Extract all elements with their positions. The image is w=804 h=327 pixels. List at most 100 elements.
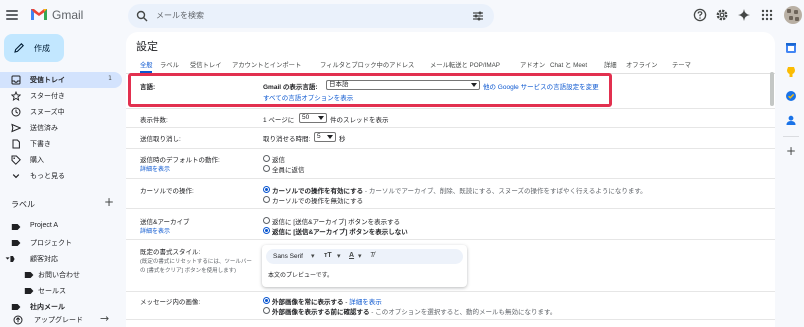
sidebar-item-label: もっと見る [30, 173, 65, 180]
sidebar-label-name: プロジェクト [30, 240, 72, 247]
sidebar-label-name: 顧客対応 [30, 256, 58, 263]
undo-send-value: 5 [317, 133, 321, 140]
hover-actions-disable-option: カーソルでの操作を無効にする [272, 198, 364, 205]
sidebar-item-label: 購入 [30, 157, 44, 164]
label-icon [24, 288, 34, 294]
send-archive-learn-more-link[interactable]: 詳細を表示 [140, 226, 170, 235]
send-archive-show-radio[interactable] [263, 217, 270, 224]
images-always-show-radio[interactable] [263, 297, 270, 304]
label-icon [11, 224, 21, 230]
reply-all-radio[interactable] [263, 165, 270, 172]
compose-button[interactable]: 作成 [4, 34, 64, 62]
sidebar-label-inquiries[interactable]: お問い合わせ [0, 267, 122, 283]
chevron-down-icon[interactable]: ▾ [311, 252, 315, 260]
tab-addons[interactable]: アドオン [520, 60, 545, 69]
tab-advanced[interactable]: 詳細 [604, 60, 617, 69]
tab-forwarding-pop-imap[interactable]: メール転送と POP/IMAP [430, 60, 500, 69]
settings-icon[interactable] [715, 8, 729, 22]
divider [126, 208, 775, 209]
tab-inbox[interactable]: 受信トレイ [190, 60, 221, 69]
gemini-sparkle-icon[interactable] [737, 8, 751, 22]
chevron-down-icon [12, 174, 20, 179]
undo-send-suffix: 秒 [339, 136, 346, 143]
tab-accounts-import[interactable]: アカウントとインポート [232, 60, 301, 69]
tab-offline[interactable]: オフライン [626, 60, 657, 69]
settings-panel: 設定 全般 ラベル 受信トレイ アカウントとインポート フィルタとブロック中のア… [126, 32, 775, 327]
search-icon[interactable] [136, 10, 148, 22]
page-size-value: 50 [302, 114, 310, 121]
add-addon-icon[interactable]: + [786, 144, 796, 158]
top-bar: Gmail メールを検索 [0, 0, 804, 32]
images-learn-more-link[interactable]: 詳細を表示 [349, 299, 382, 306]
hover-actions-enable-option: カーソルでの操作を有効にする - カーソルでアーカイブ、削除、既読にする、スヌー… [272, 185, 647, 195]
chevron-down-icon [318, 116, 324, 120]
tab-filters-blocked[interactable]: フィルタとブロック中のアドレス [320, 60, 414, 69]
search-options-icon[interactable] [472, 10, 484, 22]
sidebar-item-purchases[interactable]: 購入 [0, 152, 122, 168]
images-ask-radio[interactable] [263, 307, 270, 314]
search-input[interactable]: メールを検索 [156, 10, 204, 21]
text-color-icon[interactable]: A [349, 252, 354, 259]
scrollbar[interactable] [770, 72, 774, 106]
reply-radio[interactable] [263, 155, 270, 162]
label-icon [5, 256, 15, 262]
undo-send-prefix: 取り消せる時間: [263, 136, 311, 143]
font-family-select[interactable]: Sans Serif [273, 253, 303, 260]
page-size-prefix: 1 ページに [263, 117, 295, 124]
clear-formatting-icon[interactable]: T̸ [370, 252, 374, 259]
sidebar-item-snoozed[interactable]: スヌーズ中 [0, 104, 122, 120]
label-icon [11, 240, 21, 246]
text-style-preview: 本文のプレビューです。 [268, 273, 334, 279]
option-bold-text: 外部画像を表示する前に確認する [272, 309, 370, 316]
sidebar-label-sales[interactable]: セールス [0, 283, 122, 299]
contacts-icon[interactable] [785, 114, 797, 126]
sidebar-item-more[interactable]: もっと見る [0, 168, 122, 184]
search-bar[interactable]: メールを検索 [128, 4, 494, 28]
gmail-logo-icon[interactable] [30, 7, 48, 21]
tab-labels[interactable]: ラベル [160, 60, 179, 69]
add-label-button[interactable]: + [104, 195, 114, 209]
hover-actions-disable-radio[interactable] [263, 196, 270, 203]
tab-general[interactable]: 全般 [140, 60, 153, 69]
sidebar-label-project-a[interactable]: Project A [0, 219, 122, 235]
undo-send-select[interactable]: 5 [314, 132, 336, 142]
divider [126, 178, 775, 179]
sidebar-item-starred[interactable]: スター付き [0, 88, 122, 104]
sidebar-item-label: 下書き [30, 141, 51, 148]
tab-themes[interactable]: テーマ [672, 60, 691, 69]
sidebar-item-label: 受信トレイ [30, 77, 65, 84]
avatar[interactable] [784, 6, 802, 24]
images-ask-option: 外部画像を表示する前に確認する - このオプションを選択すると、動的メールも無効… [272, 306, 556, 316]
page-size-select[interactable]: 50 [299, 113, 327, 123]
chevron-down-icon[interactable]: ▾ [337, 252, 341, 260]
send-icon [11, 123, 21, 133]
sidebar-item-label: 送信済み [30, 125, 58, 132]
sidebar-label-project[interactable]: プロジェクト [0, 235, 122, 251]
font-size-icon[interactable]: тT [324, 252, 332, 259]
keep-icon[interactable] [785, 66, 797, 78]
reply-all-option-label: 全員に返信 [272, 167, 305, 174]
help-icon[interactable] [693, 8, 707, 22]
hover-actions-enable-radio[interactable] [263, 186, 270, 193]
sidebar-item-inbox[interactable]: 受信トレイ 1 [0, 72, 122, 88]
send-archive-hide-radio[interactable] [263, 227, 270, 234]
option-bold-text: 外部画像を常に表示する [272, 299, 344, 306]
send-archive-hide-option: 返信に [送信&アーカイブ] ボタンを表示しない [272, 229, 408, 236]
chevron-down-icon [327, 135, 333, 139]
sidebar-item-drafts[interactable]: 下書き [0, 136, 122, 152]
send-archive-show-option: 返信に [送信&アーカイブ] ボタンを表示する [272, 219, 401, 226]
app-name: Gmail [52, 8, 84, 22]
chevron-down-icon[interactable]: ▾ [358, 252, 362, 260]
apps-grid-icon[interactable] [760, 8, 774, 22]
default-reply-learn-more-link[interactable]: 詳細を表示 [140, 164, 170, 173]
tab-chat-meet[interactable]: Chat と Meet [550, 60, 587, 69]
sidebar-label-customer-support[interactable]: 顧客対応 [0, 251, 122, 267]
upgrade-button[interactable]: アップグレード → [0, 312, 122, 327]
tasks-icon[interactable] [785, 90, 797, 102]
upgrade-icon [13, 315, 23, 325]
main-menu-icon[interactable] [6, 10, 18, 20]
sidebar-item-sent[interactable]: 送信済み [0, 120, 122, 136]
page-size-suffix: 件のスレッドを表示 [330, 117, 389, 124]
calendar-icon[interactable] [785, 42, 797, 54]
option-bold-text: カーソルでの操作を有効にする [272, 188, 364, 195]
